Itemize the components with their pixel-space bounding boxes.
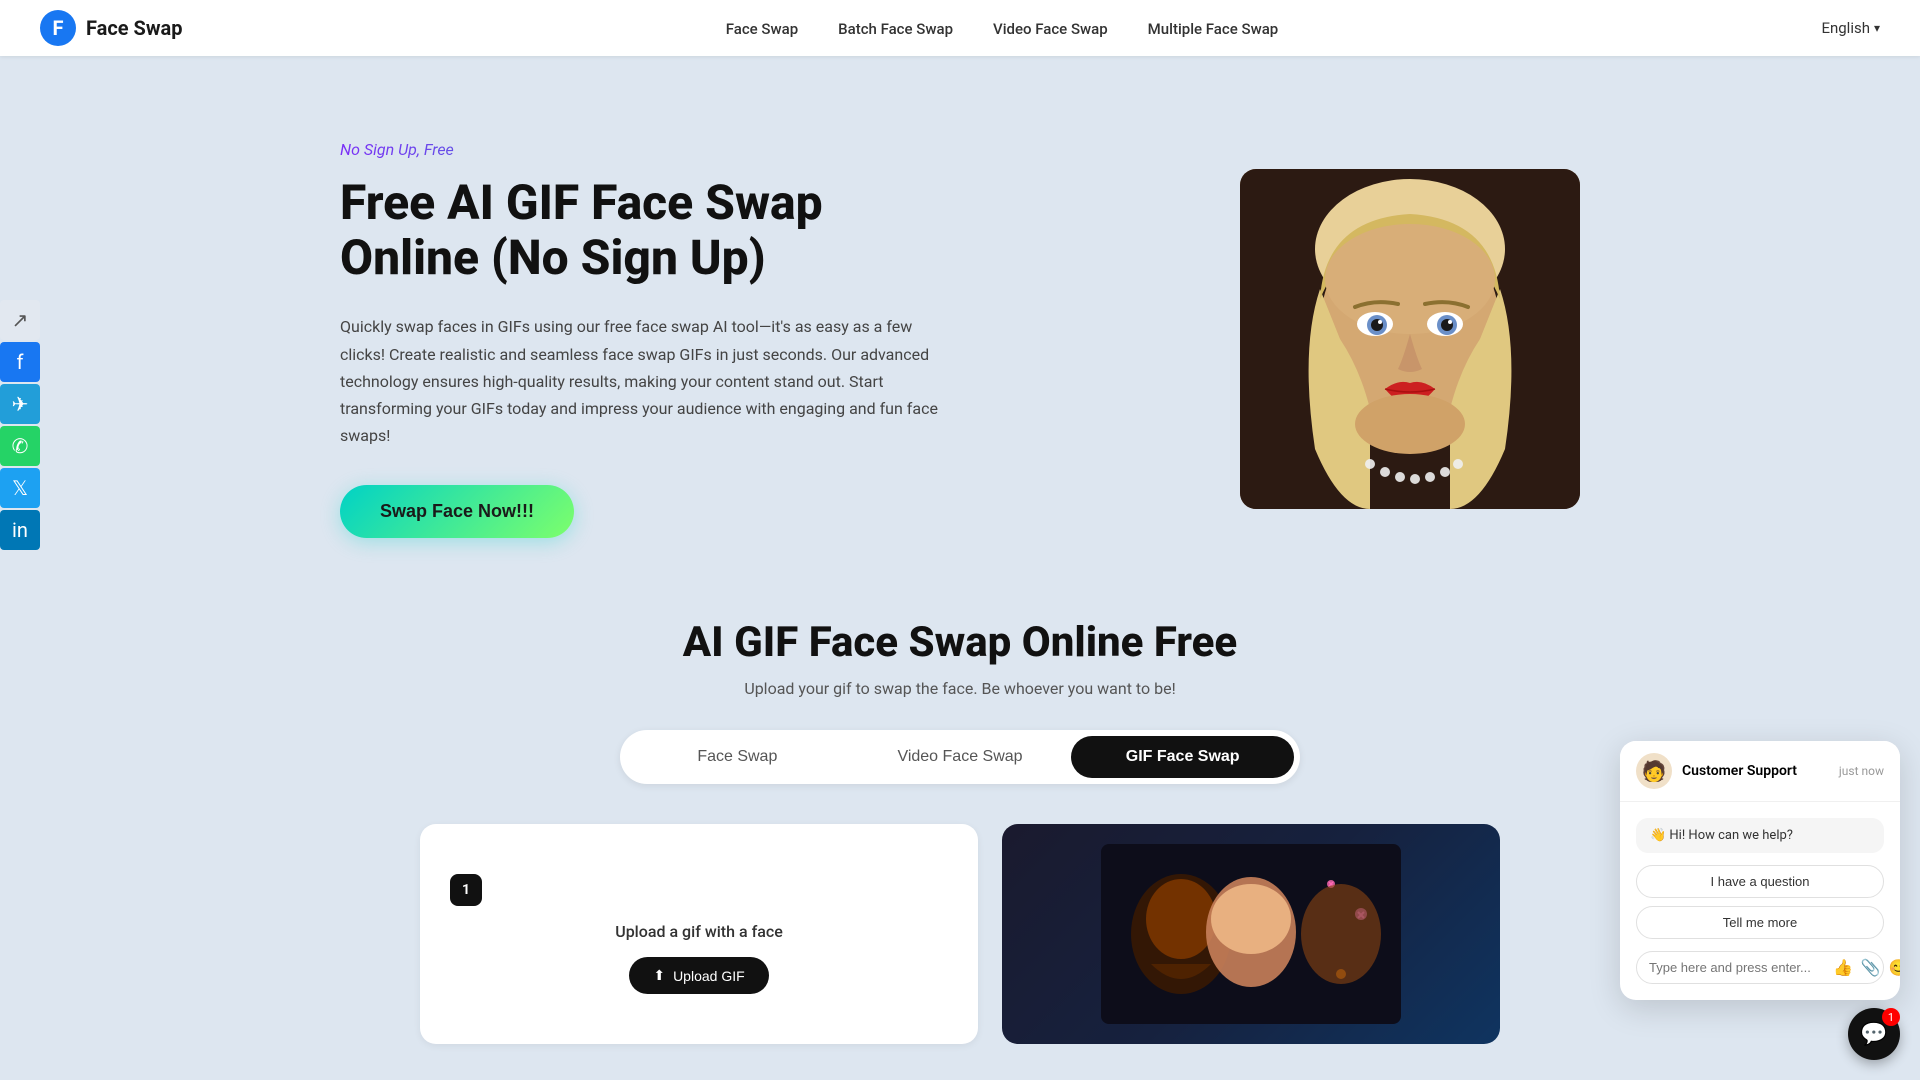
nav-batch-face-swap[interactable]: Batch Face Swap [838,20,953,38]
preview-card [1002,824,1500,1044]
section-subtitle: Upload your gif to swap the face. Be who… [340,679,1580,698]
hero-badge: No Sign Up, Free [340,140,940,159]
chat-input-row: 👍 📎 😊 [1636,951,1884,984]
language-label: English [1821,19,1870,37]
tab-face-swap[interactable]: Face Swap [626,736,849,778]
hero-text: No Sign Up, Free Free AI GIF Face Swap O… [340,140,940,538]
agent-info: Customer Support [1682,763,1797,779]
swap-face-now-button[interactable]: Swap Face Now!!! [340,485,574,538]
tab-gif-face-swap[interactable]: GIF Face Swap [1071,736,1294,778]
chat-widget: 🧑 Customer Support just now 👋 Hi! How ca… [1620,741,1900,1000]
upload-gif-button[interactable]: ⬆ Upload GIF [629,957,768,994]
linkedin-icon-button[interactable]: in [0,510,40,550]
chat-float-button[interactable]: 💬 1 [1848,1008,1900,1060]
preview-area [1002,824,1500,1044]
chat-timestamp: just now [1839,764,1884,778]
twitter-icon-button[interactable]: 𝕏 [0,468,40,508]
quick-reply-more[interactable]: Tell me more [1636,906,1884,939]
emoji-icon[interactable]: 😊 [1889,958,1900,977]
nav-face-swap[interactable]: Face Swap [726,20,798,38]
upload-icon: ⬆ [653,967,665,984]
nav-links: Face Swap Batch Face Swap Video Face Swa… [726,19,1279,38]
gif-swap-section: AI GIF Face Swap Online Free Upload your… [260,578,1660,1074]
nav-multiple-face-swap[interactable]: Multiple Face Swap [1148,20,1279,38]
chat-message: 👋 Hi! How can we help? [1636,818,1884,853]
chat-body: 👋 Hi! How can we help? I have a question… [1620,802,1900,1000]
share-icon-button[interactable]: ↗ [0,300,40,340]
tab-video-face-swap[interactable]: Video Face Swap [849,736,1072,778]
attachment-icon[interactable]: 📎 [1861,958,1881,977]
language-selector[interactable]: English ▾ [1821,19,1880,37]
chat-header: 🧑 Customer Support just now [1620,741,1900,802]
upload-label: Upload a gif with a face [615,922,783,941]
chevron-down-icon: ▾ [1874,21,1880,35]
social-sidebar: ↗ f ✈ ✆ 𝕏 in [0,300,40,550]
logo-icon: F [40,10,76,46]
hero-image-placeholder [1240,169,1580,509]
chat-input[interactable] [1649,960,1825,975]
chat-float-icon: 💬 [1860,1022,1887,1047]
agent-name: Customer Support [1682,763,1797,779]
chat-action-icons: 👍 📎 😊 [1833,958,1900,977]
facebook-icon-button[interactable]: f [0,342,40,382]
chat-quick-replies: I have a question Tell me more [1636,865,1884,939]
tabs-container: Face Swap Video Face Swap GIF Face Swap [620,730,1300,784]
chat-badge: 1 [1882,1008,1900,1026]
hero-title: Free AI GIF Face Swap Online (No Sign Up… [340,175,940,285]
agent-avatar: 🧑 [1636,753,1672,789]
hero-image [1240,169,1580,509]
hero-description: Quickly swap faces in GIFs using our fre… [340,313,940,449]
upload-card: 1 Upload a gif with a face ⬆ Upload GIF [420,824,978,1044]
nav-video-face-swap[interactable]: Video Face Swap [993,20,1108,38]
logo-text: Face Swap [86,16,183,40]
hero-section: No Sign Up, Free Free AI GIF Face Swap O… [260,80,1660,578]
main-content: No Sign Up, Free Free AI GIF Face Swap O… [260,0,1660,1074]
navbar: F Face Swap Face Swap Batch Face Swap Vi… [0,0,1920,56]
logo[interactable]: F Face Swap [40,10,183,46]
quick-reply-question[interactable]: I have a question [1636,865,1884,898]
chat-agent: 🧑 Customer Support [1636,753,1797,789]
thumbs-up-icon[interactable]: 👍 [1833,958,1853,977]
section-title: AI GIF Face Swap Online Free [340,618,1580,667]
telegram-icon-button[interactable]: ✈ [0,384,40,424]
step-badge: 1 [450,874,482,906]
upload-section: 1 Upload a gif with a face ⬆ Upload GIF [340,824,1580,1044]
whatsapp-icon-button[interactable]: ✆ [0,426,40,466]
